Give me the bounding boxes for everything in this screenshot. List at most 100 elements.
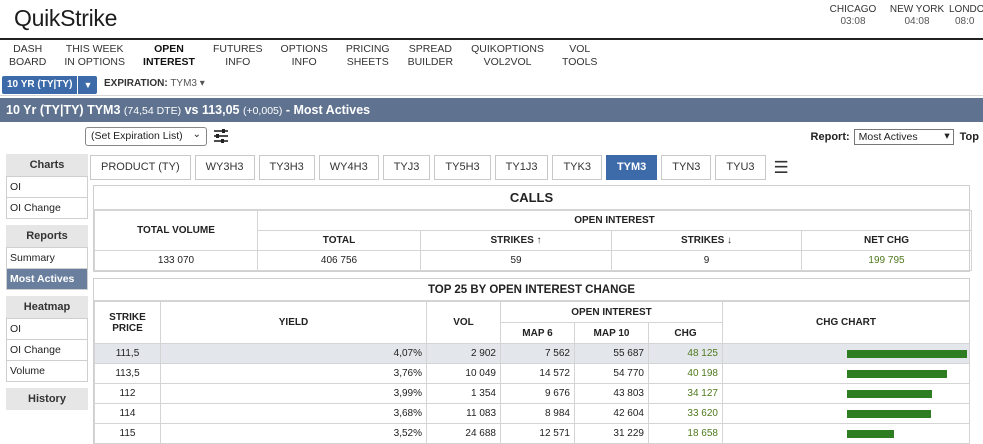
tab-tyj3[interactable]: TYJ3 — [382, 155, 431, 180]
clock-city: LONDO — [949, 4, 983, 15]
chg-cell: 40 198 — [648, 363, 723, 384]
product-label[interactable]: 10 YR (TY|TY) — [2, 76, 78, 94]
strike-cell: 114 — [94, 403, 161, 424]
strikes-down-value: 9 — [611, 250, 802, 271]
report-value: Most Actives — [858, 131, 918, 143]
chevron-down-icon[interactable]: ▼ — [78, 76, 98, 94]
expiration-selector[interactable]: EXPIRATION: TYM3 ▾ — [104, 78, 205, 89]
main-nav: DASH BOARD THIS WEEK IN OPTIONS OPEN INTERE… — [0, 43, 606, 68]
tab-ty5h3[interactable]: TY5H3 — [434, 155, 491, 180]
strikes-up-value: 59 — [420, 250, 612, 271]
title-change: (+0,005) — [242, 105, 283, 117]
total-volume-value: 133 070 — [94, 250, 258, 271]
expiration-value[interactable]: TYM3 — [170, 78, 197, 89]
chg-bar — [847, 429, 894, 438]
nav-options-info[interactable]: OPTIONS INFO — [272, 43, 337, 68]
sidebar-item-charts-oi[interactable]: OI — [6, 176, 88, 198]
nav-dashboard[interactable]: DASH BOARD — [0, 43, 55, 68]
map6-cell: 14 572 — [500, 363, 575, 384]
sidebar-head-history: History — [6, 388, 88, 410]
map10-header: MAP 10 — [574, 322, 649, 344]
quikstrike-logo[interactable]: QuikStrike — [14, 5, 117, 32]
sidebar: Charts OI OI Change Reports Summary Most… — [6, 154, 88, 410]
yield-header: YIELD — [160, 301, 427, 344]
table-row[interactable]: 114 3,68% 11 083 8 984 42 604 33 620 — [94, 403, 970, 424]
expiration-label: EXPIRATION: — [104, 78, 168, 89]
chg-bar — [847, 349, 967, 358]
filter-sliders-icon[interactable] — [212, 127, 230, 145]
chevron-down-icon: ⌄ — [192, 129, 201, 140]
nav-pricing-sheets[interactable]: PRICING SHEETS — [337, 43, 399, 68]
sidebar-head-heatmap: Heatmap — [6, 296, 88, 318]
chevron-down-icon[interactable]: ▾ — [200, 78, 205, 89]
vol-cell: 10 049 — [426, 363, 501, 384]
strike-cell: 111,5 — [94, 343, 161, 364]
table-row[interactable]: 111,5 4,07% 2 902 7 562 55 687 48 125 — [94, 343, 970, 364]
strikes-down-header: STRIKES ↓ — [611, 230, 802, 251]
nav-spread-builder[interactable]: SPREAD BUILDER — [399, 43, 463, 68]
top25-title: TOP 25 BY OPEN INTEREST CHANGE — [94, 279, 969, 301]
sidebar-item-charts-oi-change[interactable]: OI Change — [6, 198, 88, 219]
strike-price-header: STRIKE PRICE — [94, 301, 161, 344]
sidebar-item-summary[interactable]: Summary — [6, 247, 88, 269]
sidebar-item-heatmap-oi-change[interactable]: OI Change — [6, 340, 88, 361]
strikes-up-header: STRIKES ↑ — [420, 230, 612, 251]
map6-cell: 9 676 — [500, 383, 575, 404]
tab-ty3h3[interactable]: TY3H3 — [258, 155, 315, 180]
tab-ty1j3[interactable]: TY1J3 — [494, 155, 549, 180]
title-vs: vs 113,05 — [184, 103, 240, 117]
strike-cell: 112 — [94, 383, 161, 404]
calls-panel: CALLS TOTAL VOLUME OPEN INTEREST TOTAL S… — [93, 185, 973, 272]
product-selector[interactable]: 10 YR (TY|TY) ▼ — [2, 76, 98, 94]
total-volume-header: TOTAL VOLUME — [94, 210, 258, 251]
sidebar-head-charts: Charts — [6, 154, 88, 176]
set-expiration-label: (Set Expiration List) — [91, 130, 183, 142]
map10-cell: 54 770 — [574, 363, 649, 384]
nav-quikoptions[interactable]: QUIKOPTIONS VOL2VOL — [462, 43, 553, 68]
map6-cell: 12 571 — [500, 423, 575, 444]
set-expiration-dropdown[interactable]: (Set Expiration List) ⌄ — [85, 127, 207, 146]
product-bar: 10 YR (TY|TY) ▼ EXPIRATION: TYM3 ▾ — [0, 74, 983, 96]
nav-futures-info[interactable]: FUTURES INFO — [204, 43, 272, 68]
strike-cell: 115 — [94, 423, 161, 444]
map10-cell: 43 803 — [574, 383, 649, 404]
vol-cell: 1 354 — [426, 383, 501, 404]
report-dropdown[interactable]: Most Actives ▾ — [853, 129, 954, 145]
tab-wy4h3[interactable]: WY4H3 — [318, 155, 379, 180]
report-selector: Report: Most Actives ▾ Top — [811, 129, 983, 145]
chg-bar — [847, 369, 947, 378]
sidebar-item-heatmap-oi[interactable]: OI — [6, 318, 88, 340]
sidebar-item-heatmap-volume[interactable]: Volume — [6, 361, 88, 382]
map10-cell: 55 687 — [574, 343, 649, 364]
clock-time: 08:0 — [955, 16, 975, 27]
clock-chicago: CHICAGO 03:08 — [821, 4, 885, 28]
table-row[interactable]: 115 3,52% 24 688 12 571 31 229 18 658 — [94, 423, 970, 444]
chg-cell: 33 620 — [648, 403, 723, 424]
chg-cell: 34 127 — [648, 383, 723, 404]
tab-product[interactable]: PRODUCT (TY) — [90, 155, 191, 180]
tab-tyn3[interactable]: TYN3 — [661, 155, 712, 180]
chg-cell: 48 125 — [648, 343, 723, 364]
nav-vol-tools[interactable]: VOL TOOLS — [553, 43, 606, 68]
nav-open-interest[interactable]: OPEN INTEREST — [134, 43, 204, 68]
tab-tyu3[interactable]: TYU3 — [715, 155, 766, 180]
table-row[interactable]: 113,5 3,76% 10 049 14 572 54 770 40 198 — [94, 363, 970, 384]
chg-bar — [847, 409, 931, 418]
sidebar-item-most-actives[interactable]: Most Actives — [6, 269, 88, 290]
chg-header: CHG — [648, 322, 723, 344]
nav-this-week[interactable]: THIS WEEK IN OPTIONS — [55, 43, 134, 68]
total-oi-value: 406 756 — [257, 250, 421, 271]
menu-icon[interactable]: ☰ — [774, 158, 789, 178]
chg-chart-cell — [722, 403, 970, 424]
tab-wy3h3[interactable]: WY3H3 — [194, 155, 255, 180]
tab-tyk3[interactable]: TYK3 — [552, 155, 602, 180]
calls-title: CALLS — [94, 186, 969, 210]
tab-tym3[interactable]: TYM3 — [605, 155, 658, 180]
title-dte: (74,54 DTE) — [123, 105, 182, 117]
clock-time: 03:08 — [840, 16, 866, 27]
sidebar-head-reports: Reports — [6, 225, 88, 247]
table-row[interactable]: 112 3,99% 1 354 9 676 43 803 34 127 — [94, 383, 970, 404]
clock-city: NEW YORK — [889, 4, 945, 15]
total-header: TOTAL — [257, 230, 421, 251]
report-label: Report: — [810, 131, 850, 143]
